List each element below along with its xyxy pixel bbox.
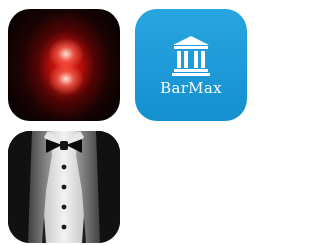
app-tile-barmax[interactable]: BarMax [135, 9, 247, 121]
app-name-barmax: BarMax [160, 79, 222, 97]
bank-building-icon [172, 36, 210, 76]
red-glow-icon [8, 9, 120, 121]
app-tile-tuxedo[interactable] [8, 131, 120, 243]
app-tile-red-glow[interactable] [8, 9, 120, 121]
tuxedo-icon [8, 131, 120, 243]
app-icon-grid: BarMax [0, 0, 247, 245]
